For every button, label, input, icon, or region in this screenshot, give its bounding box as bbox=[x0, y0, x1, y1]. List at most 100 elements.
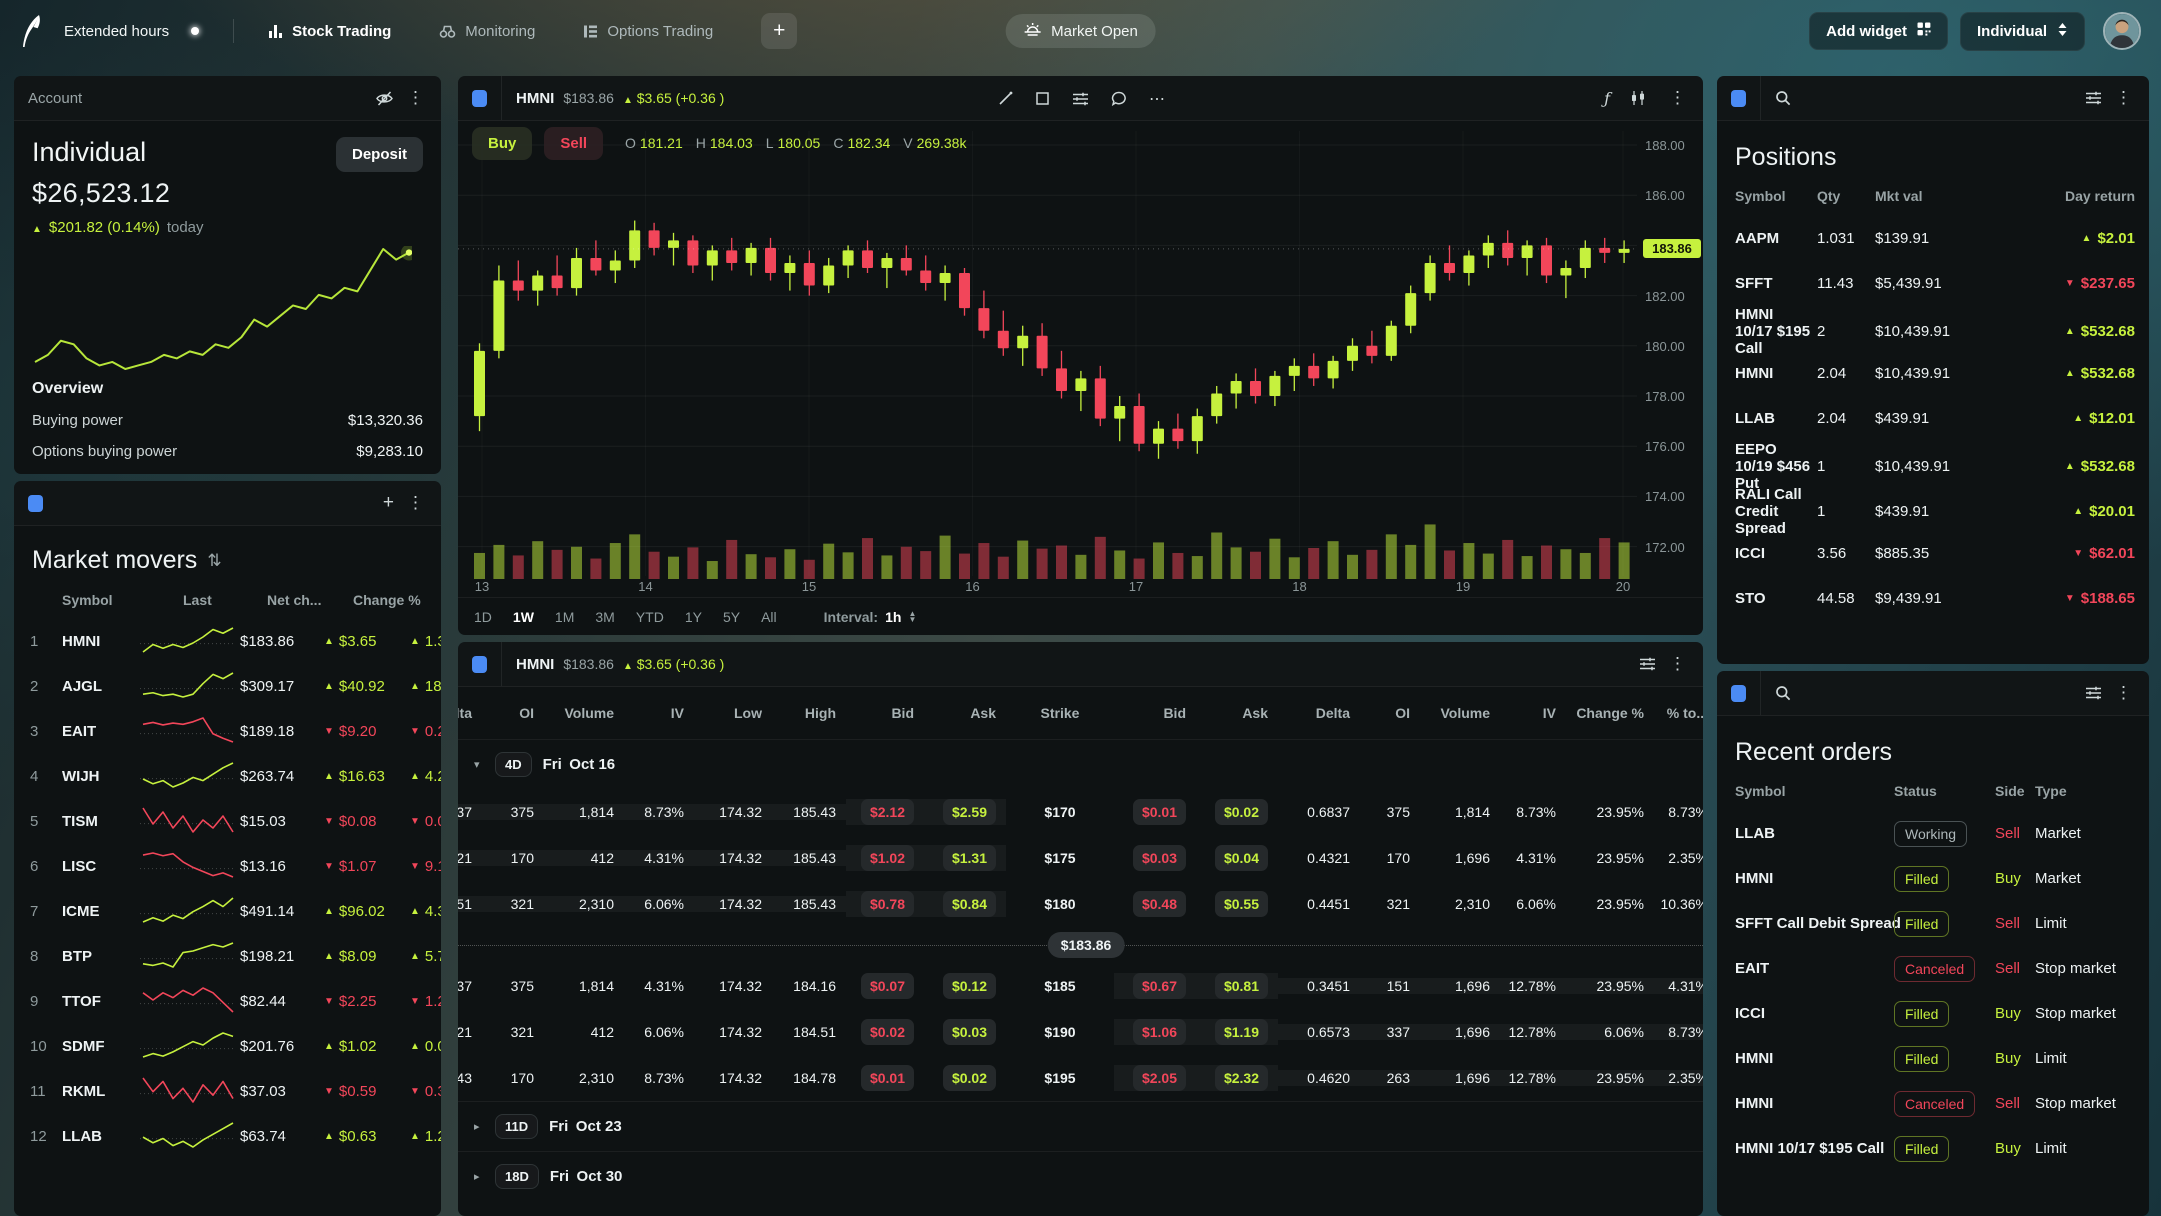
widget-handle[interactable] bbox=[28, 495, 43, 512]
order-row[interactable]: ICCIFilledBuyStop market bbox=[1717, 991, 2149, 1036]
mover-row[interactable]: 11RKML$37.03▼$0.59▼0.31% bbox=[14, 1069, 441, 1114]
mover-row[interactable]: 12LLAB$63.74▲$0.63▲1.27% bbox=[14, 1114, 441, 1159]
mover-row[interactable]: 10SDMF$201.76▲$1.02▲0.02% bbox=[14, 1024, 441, 1069]
positions-kebab-menu[interactable]: ⋮ bbox=[2112, 88, 2135, 108]
ask-cell[interactable]: $0.12 bbox=[924, 973, 1006, 999]
ask-cell[interactable]: $1.31 bbox=[924, 845, 1006, 871]
buy-button[interactable]: Buy bbox=[472, 127, 532, 160]
order-row[interactable]: HMNIFilledBuyLimit bbox=[1717, 1036, 2149, 1081]
interval-selector[interactable]: Interval:1h▲▼ bbox=[824, 609, 917, 625]
tab-monitoring[interactable]: Monitoring bbox=[439, 23, 535, 40]
rectangle-tool-icon[interactable] bbox=[1035, 91, 1050, 106]
timeframe-3m[interactable]: 3M bbox=[595, 609, 614, 625]
more-tools-icon[interactable]: ⋯ bbox=[1149, 89, 1165, 109]
widget-handle[interactable] bbox=[1731, 90, 1746, 107]
expiration-group-row[interactable]: ▾4DFri Oct 16 bbox=[458, 739, 1703, 789]
tab-stock-trading[interactable]: Stock Trading bbox=[268, 23, 391, 40]
bid-cell[interactable]: $0.03 bbox=[1114, 845, 1196, 871]
mover-row[interactable]: 5TISM$15.03▼$0.08▼0.03% bbox=[14, 799, 441, 844]
bid-cell[interactable]: $0.01 bbox=[846, 1065, 924, 1091]
ask-cell[interactable]: $0.81 bbox=[1196, 973, 1278, 999]
candlestick-chart[interactable]: 1314151617181920 bbox=[458, 121, 1637, 597]
filter-sliders-icon[interactable] bbox=[2085, 91, 2102, 105]
bid-cell[interactable]: $2.12 bbox=[846, 799, 924, 825]
ask-cell[interactable]: $2.59 bbox=[924, 799, 1006, 825]
mover-row[interactable]: 9TTOF$82.44▼$2.25▼1.26% bbox=[14, 979, 441, 1024]
position-row[interactable]: STO44.58$9,439.91▼$188.65 bbox=[1717, 576, 2149, 621]
position-row[interactable]: LLAB2.04$439.91▲$12.01 bbox=[1717, 396, 2149, 441]
comment-icon[interactable] bbox=[1111, 91, 1127, 106]
order-row[interactable]: HMNI 10/17 $195 CallFilledBuyLimit bbox=[1717, 1126, 2149, 1171]
order-row[interactable]: HMNICanceledSellStop market bbox=[1717, 1081, 2149, 1126]
options-row[interactable]: 0.68373751,8144.31%174.32184.16$0.07$0.1… bbox=[458, 963, 1703, 1009]
widget-handle[interactable] bbox=[1731, 685, 1746, 702]
options-row[interactable]: 0.44513212,3106.06%174.32185.43$0.78$0.8… bbox=[458, 881, 1703, 927]
order-row[interactable]: LLABWorkingSellMarket bbox=[1717, 811, 2149, 856]
position-row[interactable]: AAPM1.031$139.91▲$2.01 bbox=[1717, 216, 2149, 261]
bid-cell[interactable]: $0.78 bbox=[846, 891, 924, 917]
bid-cell[interactable]: $1.02 bbox=[846, 845, 924, 871]
position-row[interactable]: HMNI 10/17 $195 Call2$10,439.91▲$532.68 bbox=[1717, 306, 2149, 351]
filter-sliders-icon[interactable] bbox=[2085, 686, 2102, 700]
bid-cell[interactable]: $0.67 bbox=[1114, 973, 1196, 999]
search-icon[interactable] bbox=[1775, 90, 1791, 106]
timeframe-all[interactable]: All bbox=[761, 609, 777, 625]
candle-style-icon[interactable] bbox=[1630, 90, 1646, 106]
position-row[interactable]: RALI Call Credit Spread1$439.91▲$20.01 bbox=[1717, 486, 2149, 531]
ask-cell[interactable]: $2.32 bbox=[1196, 1065, 1278, 1091]
position-row[interactable]: HMNI2.04$10,439.91▲$532.68 bbox=[1717, 351, 2149, 396]
orders-kebab-menu[interactable]: ⋮ bbox=[2112, 683, 2135, 703]
options-row[interactable]: 0.76431702,3108.73%174.32184.78$0.01$0.0… bbox=[458, 1055, 1703, 1101]
options-row[interactable]: 0.68373751,8148.73%174.32185.43$2.12$2.5… bbox=[458, 789, 1703, 835]
functions-icon[interactable]: ƒ bbox=[1604, 89, 1610, 108]
tab-options-trading[interactable]: Options Trading bbox=[583, 23, 713, 40]
mover-row[interactable]: 2AJGL$309.17▲$40.92▲18.11% bbox=[14, 664, 441, 709]
ask-cell[interactable]: $0.55 bbox=[1196, 891, 1278, 917]
order-row[interactable]: HMNIFilledBuyMarket bbox=[1717, 856, 2149, 901]
mover-row[interactable]: 1HMNI$183.86▲$3.65▲1.36% bbox=[14, 619, 441, 664]
movers-kebab-menu[interactable]: ⋮ bbox=[404, 493, 427, 513]
order-row[interactable]: SFFT Call Debit SpreadFilledSellLimit bbox=[1717, 901, 2149, 946]
search-icon[interactable] bbox=[1775, 685, 1791, 701]
position-row[interactable]: ICCI3.56$885.35▼$62.01 bbox=[1717, 531, 2149, 576]
ask-cell[interactable]: $0.04 bbox=[1196, 845, 1278, 871]
position-row[interactable]: EEPO 10/19 $456 Put1$10,439.91▲$532.68 bbox=[1717, 441, 2149, 486]
options-kebab-menu[interactable]: ⋮ bbox=[1666, 654, 1689, 674]
deposit-button[interactable]: Deposit bbox=[336, 137, 423, 172]
bid-cell[interactable]: $1.06 bbox=[1114, 1019, 1196, 1045]
bid-cell[interactable]: $2.05 bbox=[1114, 1065, 1196, 1091]
expiration-group-row[interactable]: ▸18DFri Oct 30 bbox=[458, 1151, 1703, 1201]
timeframe-1m[interactable]: 1M bbox=[555, 609, 574, 625]
account-selector[interactable]: Individual bbox=[1960, 12, 2085, 51]
options-row[interactable]: 0.43213214126.06%174.32184.51$0.02$0.03$… bbox=[458, 1009, 1703, 1055]
timeframe-1d[interactable]: 1D bbox=[474, 609, 492, 625]
mover-row[interactable]: 6LISC$13.16▼$1.07▼9.16% bbox=[14, 844, 441, 889]
avatar[interactable] bbox=[2103, 12, 2141, 50]
position-row[interactable]: SFFT11.43$5,439.91▼$237.65 bbox=[1717, 261, 2149, 306]
widget-handle[interactable] bbox=[472, 656, 487, 673]
timeframe-ytd[interactable]: YTD bbox=[636, 609, 664, 625]
add-widget-button[interactable]: Add widget bbox=[1809, 12, 1948, 50]
widget-handle[interactable] bbox=[472, 90, 487, 107]
indicators-sliders-icon[interactable] bbox=[1072, 92, 1089, 106]
ask-cell[interactable]: $1.19 bbox=[1196, 1019, 1278, 1045]
bid-cell[interactable]: $0.07 bbox=[846, 973, 924, 999]
bid-cell[interactable]: $0.48 bbox=[1114, 891, 1196, 917]
ask-cell[interactable]: $0.02 bbox=[1196, 799, 1278, 825]
filter-sliders-icon[interactable] bbox=[1639, 657, 1656, 671]
add-tab-button[interactable]: + bbox=[761, 13, 797, 49]
chart-kebab-menu[interactable]: ⋮ bbox=[1666, 88, 1689, 108]
account-kebab-menu[interactable]: ⋮ bbox=[404, 88, 427, 108]
sort-icon[interactable]: ⇅ bbox=[207, 551, 221, 571]
mover-row[interactable]: 3EAIT$189.18▼$9.20▼0.23% bbox=[14, 709, 441, 754]
add-symbol-icon[interactable]: + bbox=[383, 492, 394, 514]
options-row[interactable]: 0.43211704124.31%174.32185.43$1.02$1.31$… bbox=[458, 835, 1703, 881]
sell-button[interactable]: Sell bbox=[544, 127, 603, 160]
ask-cell[interactable]: $0.02 bbox=[924, 1065, 1006, 1091]
extended-hours-toggle[interactable] bbox=[191, 27, 199, 35]
timeframe-5y[interactable]: 5Y bbox=[723, 609, 740, 625]
expiration-group-row[interactable]: ▸11DFri Oct 23 bbox=[458, 1101, 1703, 1151]
eye-off-icon[interactable] bbox=[375, 90, 394, 107]
mover-row[interactable]: 8BTP$198.21▲$8.09▲5.77% bbox=[14, 934, 441, 979]
order-row[interactable]: EAITCanceledSellStop market bbox=[1717, 946, 2149, 991]
